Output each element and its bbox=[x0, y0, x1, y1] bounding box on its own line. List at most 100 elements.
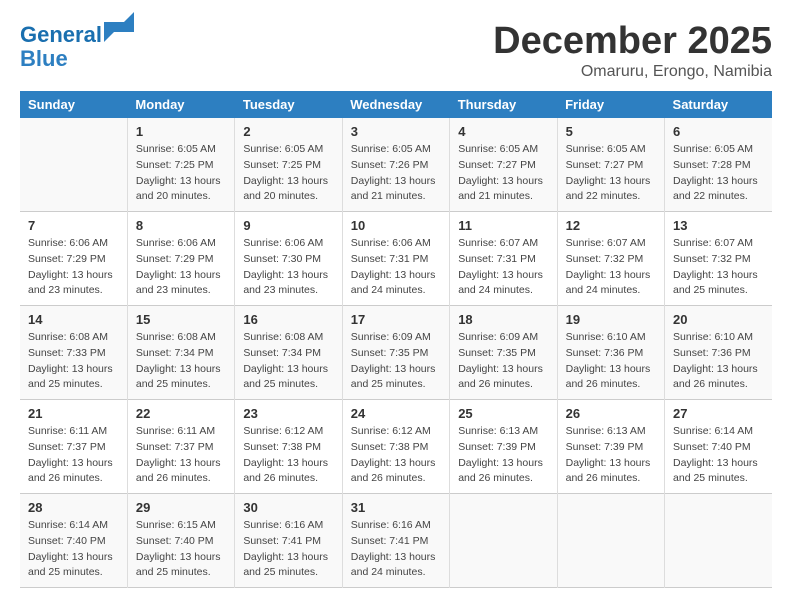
day-cell: 25 Sunrise: 6:13 AMSunset: 7:39 PMDayligh… bbox=[450, 400, 557, 494]
day-cell: 9 Sunrise: 6:06 AMSunset: 7:30 PMDaylight… bbox=[235, 212, 342, 306]
day-info: Sunrise: 6:05 AMSunset: 7:26 PMDaylight:… bbox=[351, 142, 441, 205]
day-info: Sunrise: 6:11 AMSunset: 7:37 PMDaylight:… bbox=[136, 424, 226, 487]
day-cell: 21 Sunrise: 6:11 AMSunset: 7:37 PMDayligh… bbox=[20, 400, 127, 494]
day-cell: 15 Sunrise: 6:08 AMSunset: 7:34 PMDayligh… bbox=[127, 306, 234, 400]
day-cell: 8 Sunrise: 6:06 AMSunset: 7:29 PMDaylight… bbox=[127, 212, 234, 306]
day-number: 29 bbox=[136, 500, 226, 515]
day-number: 5 bbox=[566, 124, 656, 139]
page-header: GeneralBlue December 2025 Omaruru, Erong… bbox=[20, 20, 772, 81]
header-tuesday: Tuesday bbox=[235, 91, 342, 118]
day-info: Sunrise: 6:08 AMSunset: 7:34 PMDaylight:… bbox=[243, 330, 333, 393]
day-info: Sunrise: 6:05 AMSunset: 7:28 PMDaylight:… bbox=[673, 142, 764, 205]
day-number: 25 bbox=[458, 406, 548, 421]
day-number: 27 bbox=[673, 406, 764, 421]
day-cell: 11 Sunrise: 6:07 AMSunset: 7:31 PMDayligh… bbox=[450, 212, 557, 306]
logo-blue: Blue bbox=[20, 46, 68, 71]
day-info: Sunrise: 6:14 AMSunset: 7:40 PMDaylight:… bbox=[673, 424, 764, 487]
day-cell: 31 Sunrise: 6:16 AMSunset: 7:41 PMDayligh… bbox=[342, 494, 449, 588]
day-info: Sunrise: 6:12 AMSunset: 7:38 PMDaylight:… bbox=[351, 424, 441, 487]
day-info: Sunrise: 6:16 AMSunset: 7:41 PMDaylight:… bbox=[351, 518, 441, 581]
day-cell: 30 Sunrise: 6:16 AMSunset: 7:41 PMDayligh… bbox=[235, 494, 342, 588]
day-info: Sunrise: 6:05 AMSunset: 7:27 PMDaylight:… bbox=[458, 142, 548, 205]
day-cell bbox=[450, 494, 557, 588]
location: Omaruru, Erongo, Namibia bbox=[493, 63, 772, 81]
day-number: 30 bbox=[243, 500, 333, 515]
day-number: 6 bbox=[673, 124, 764, 139]
day-cell: 29Sunrise: 6:15 AMSunset: 7:40 PMDayligh… bbox=[127, 494, 234, 588]
day-number: 28 bbox=[28, 500, 119, 515]
day-cell: 1Sunrise: 6:05 AMSunset: 7:25 PMDaylight… bbox=[127, 118, 234, 212]
day-number: 16 bbox=[243, 312, 333, 327]
day-number: 12 bbox=[566, 218, 656, 233]
day-cell: 20 Sunrise: 6:10 AMSunset: 7:36 PMDayligh… bbox=[665, 306, 772, 400]
day-info: Sunrise: 6:06 AMSunset: 7:30 PMDaylight:… bbox=[243, 236, 333, 299]
day-number: 24 bbox=[351, 406, 441, 421]
day-number: 20 bbox=[673, 312, 764, 327]
day-info: Sunrise: 6:05 AMSunset: 7:27 PMDaylight:… bbox=[566, 142, 656, 205]
day-number: 8 bbox=[136, 218, 226, 233]
day-number: 11 bbox=[458, 218, 548, 233]
day-info: Sunrise: 6:16 AMSunset: 7:41 PMDaylight:… bbox=[243, 518, 333, 581]
day-cell: 26Sunrise: 6:13 AMSunset: 7:39 PMDayligh… bbox=[557, 400, 664, 494]
day-cell: 16 Sunrise: 6:08 AMSunset: 7:34 PMDayligh… bbox=[235, 306, 342, 400]
day-number: 14 bbox=[28, 312, 119, 327]
day-number: 15 bbox=[136, 312, 226, 327]
calendar-table: SundayMondayTuesdayWednesdayThursdayFrid… bbox=[20, 91, 772, 588]
day-cell: 14 Sunrise: 6:08 AMSunset: 7:33 PMDayligh… bbox=[20, 306, 127, 400]
week-row-4: 21 Sunrise: 6:11 AMSunset: 7:37 PMDayligh… bbox=[20, 400, 772, 494]
day-number: 1 bbox=[136, 124, 226, 139]
logo: GeneralBlue bbox=[20, 20, 134, 71]
week-row-2: 7 Sunrise: 6:06 AMSunset: 7:29 PMDaylight… bbox=[20, 212, 772, 306]
week-row-1: 1Sunrise: 6:05 AMSunset: 7:25 PMDaylight… bbox=[20, 118, 772, 212]
day-cell: 7 Sunrise: 6:06 AMSunset: 7:29 PMDaylight… bbox=[20, 212, 127, 306]
logo-general: General bbox=[20, 22, 102, 47]
day-number: 4 bbox=[458, 124, 548, 139]
day-number: 7 bbox=[28, 218, 119, 233]
day-cell: 28Sunrise: 6:14 AMSunset: 7:40 PMDayligh… bbox=[20, 494, 127, 588]
day-number: 18 bbox=[458, 312, 548, 327]
day-cell: 13Sunrise: 6:07 AMSunset: 7:32 PMDayligh… bbox=[665, 212, 772, 306]
day-info: Sunrise: 6:06 AMSunset: 7:29 PMDaylight:… bbox=[136, 236, 226, 299]
day-number: 17 bbox=[351, 312, 441, 327]
day-cell: 24 Sunrise: 6:12 AMSunset: 7:38 PMDayligh… bbox=[342, 400, 449, 494]
day-number: 2 bbox=[243, 124, 333, 139]
day-info: Sunrise: 6:11 AMSunset: 7:37 PMDaylight:… bbox=[28, 424, 119, 487]
week-row-3: 14 Sunrise: 6:08 AMSunset: 7:33 PMDayligh… bbox=[20, 306, 772, 400]
day-cell: 5 Sunrise: 6:05 AMSunset: 7:27 PMDaylight… bbox=[557, 118, 664, 212]
day-number: 9 bbox=[243, 218, 333, 233]
day-info: Sunrise: 6:08 AMSunset: 7:34 PMDaylight:… bbox=[136, 330, 226, 393]
day-info: Sunrise: 6:07 AMSunset: 7:32 PMDaylight:… bbox=[673, 236, 764, 299]
day-number: 21 bbox=[28, 406, 119, 421]
day-info: Sunrise: 6:10 AMSunset: 7:36 PMDaylight:… bbox=[566, 330, 656, 393]
day-number: 31 bbox=[351, 500, 441, 515]
day-info: Sunrise: 6:06 AMSunset: 7:29 PMDaylight:… bbox=[28, 236, 119, 299]
day-info: Sunrise: 6:10 AMSunset: 7:36 PMDaylight:… bbox=[673, 330, 764, 393]
day-info: Sunrise: 6:07 AMSunset: 7:31 PMDaylight:… bbox=[458, 236, 548, 299]
header-friday: Friday bbox=[557, 91, 664, 118]
day-cell: 4 Sunrise: 6:05 AMSunset: 7:27 PMDaylight… bbox=[450, 118, 557, 212]
header-thursday: Thursday bbox=[450, 91, 557, 118]
day-info: Sunrise: 6:13 AMSunset: 7:39 PMDaylight:… bbox=[458, 424, 548, 487]
day-number: 23 bbox=[243, 406, 333, 421]
day-info: Sunrise: 6:07 AMSunset: 7:32 PMDaylight:… bbox=[566, 236, 656, 299]
day-info: Sunrise: 6:06 AMSunset: 7:31 PMDaylight:… bbox=[351, 236, 441, 299]
day-info: Sunrise: 6:12 AMSunset: 7:38 PMDaylight:… bbox=[243, 424, 333, 487]
day-info: Sunrise: 6:08 AMSunset: 7:33 PMDaylight:… bbox=[28, 330, 119, 393]
day-cell: 17Sunrise: 6:09 AMSunset: 7:35 PMDayligh… bbox=[342, 306, 449, 400]
logo-icon bbox=[104, 12, 134, 42]
header-saturday: Saturday bbox=[665, 91, 772, 118]
day-cell: 23 Sunrise: 6:12 AMSunset: 7:38 PMDayligh… bbox=[235, 400, 342, 494]
day-cell: 12 Sunrise: 6:07 AMSunset: 7:32 PMDayligh… bbox=[557, 212, 664, 306]
title-block: December 2025 Omaruru, Erongo, Namibia bbox=[493, 20, 772, 81]
day-info: Sunrise: 6:09 AMSunset: 7:35 PMDaylight:… bbox=[458, 330, 548, 393]
day-number: 19 bbox=[566, 312, 656, 327]
day-cell: 2Sunrise: 6:05 AMSunset: 7:25 PMDaylight… bbox=[235, 118, 342, 212]
logo-text: GeneralBlue bbox=[20, 20, 134, 71]
day-cell: 22Sunrise: 6:11 AMSunset: 7:37 PMDayligh… bbox=[127, 400, 234, 494]
day-number: 3 bbox=[351, 124, 441, 139]
header-wednesday: Wednesday bbox=[342, 91, 449, 118]
week-row-5: 28Sunrise: 6:14 AMSunset: 7:40 PMDayligh… bbox=[20, 494, 772, 588]
header-monday: Monday bbox=[127, 91, 234, 118]
day-cell: 10Sunrise: 6:06 AMSunset: 7:31 PMDayligh… bbox=[342, 212, 449, 306]
header-sunday: Sunday bbox=[20, 91, 127, 118]
